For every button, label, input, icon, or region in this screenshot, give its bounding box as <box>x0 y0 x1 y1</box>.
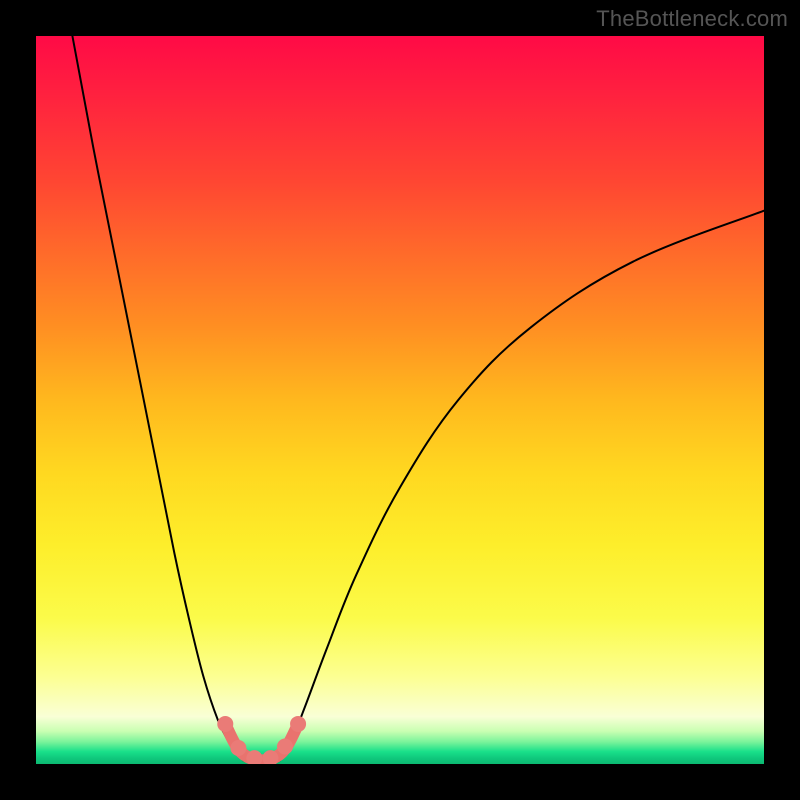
marker-dot <box>290 716 306 732</box>
bottleneck-curve-left <box>72 36 243 760</box>
plot-area <box>36 36 764 764</box>
bottleneck-curve-right <box>280 211 764 761</box>
chart-frame: TheBottleneck.com <box>0 0 800 800</box>
marker-dot <box>217 716 233 732</box>
marker-dot <box>230 740 246 756</box>
watermark-text: TheBottleneck.com <box>596 6 788 32</box>
marker-dot <box>277 739 293 755</box>
chart-svg <box>36 36 764 764</box>
